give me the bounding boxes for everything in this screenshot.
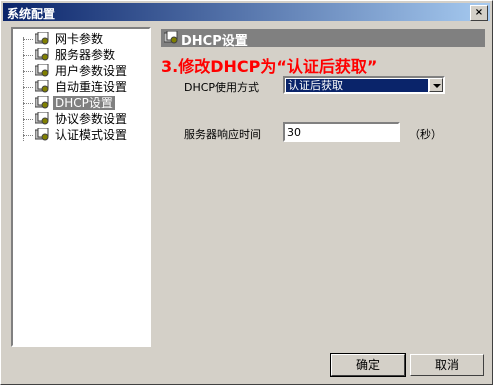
close-button[interactable]: × [470,5,488,21]
settings-node-icon [35,48,49,61]
settings-tree: 网卡参数 服务器参数 用户参数设置 自动重连设置 DHCP设置 协议参数设置 认… [11,27,151,347]
instruction-annotation: 3.修改DHCP为“认证后获取” [161,57,378,76]
tree-item-label: DHCP设置 [53,96,115,110]
settings-node-icon [35,32,49,45]
panel-header: DHCP设置 [161,29,485,49]
settings-node-icon [35,80,49,93]
tree-item-label: 自动重连设置 [55,80,128,94]
tree-item-label: 用户参数设置 [55,64,128,78]
tree-connector-line [23,37,24,141]
settings-node-icon [35,96,49,109]
dhcp-mode-label: DHCP使用方式 [184,81,260,94]
tree-item-label: 认证模式设置 [55,128,128,142]
tree-item-label: 协议参数设置 [55,112,128,126]
dhcp-mode-select[interactable]: 认证后获取 [283,76,445,94]
title-bar: 系统配置 × [3,3,490,21]
panel-title: DHCP设置 [181,34,248,49]
dhcp-mode-selected-value: 认证后获取 [286,79,428,92]
tree-item-label: 服务器参数 [55,48,116,62]
settings-node-icon [35,112,49,125]
tree-item-label: 网卡参数 [55,32,104,46]
settings-node-icon [164,31,178,44]
ok-button[interactable]: 确定 [330,353,406,377]
settings-node-icon [35,64,49,77]
cancel-button[interactable]: 取消 [410,354,484,376]
system-config-dialog: 系统配置 × 网卡参数 服务器参数 用户参数设置 自动重连设置 DHCP设置 协… [0,0,493,385]
timeout-unit-label: （秒） [409,128,442,141]
window-title: 系统配置 [7,7,56,21]
chevron-down-icon[interactable] [429,78,443,92]
settings-node-icon [35,128,49,141]
timeout-label: 服务器响应时间 [184,128,261,141]
timeout-input[interactable]: 30 [283,122,400,142]
